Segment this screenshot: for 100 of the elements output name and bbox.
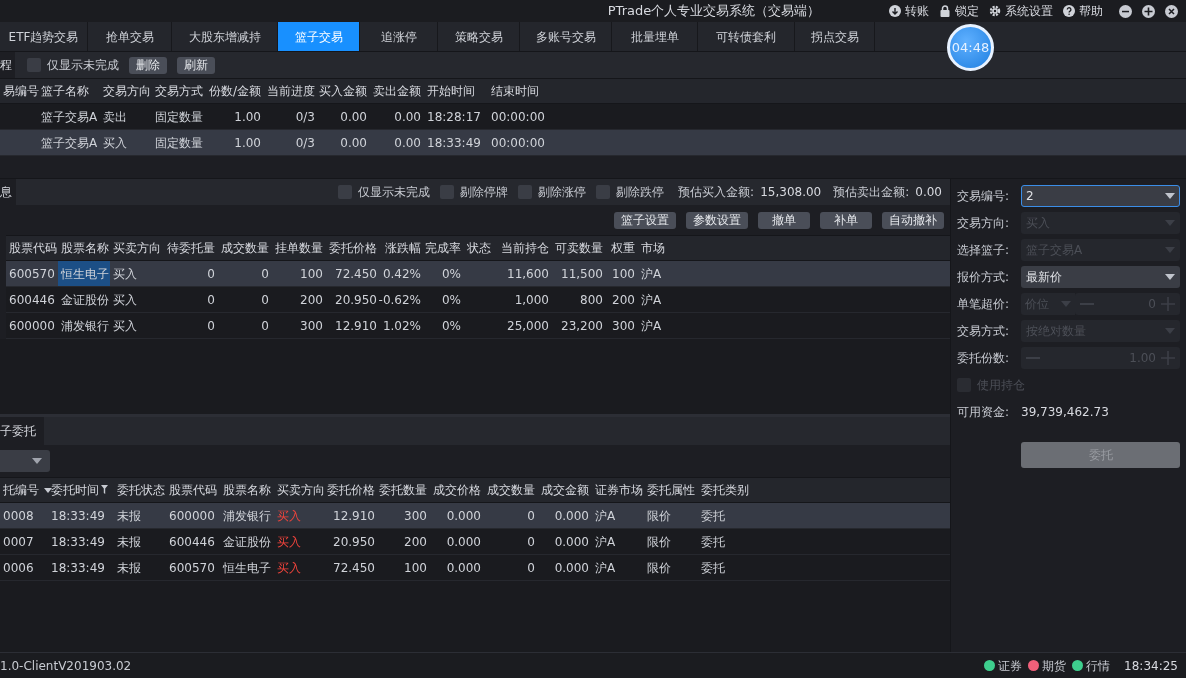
column-header[interactable]: 证券市场 xyxy=(592,481,644,499)
field-label: 选择篮子: xyxy=(957,242,1011,259)
column-header[interactable]: 权重 xyxy=(606,239,638,257)
table-row[interactable]: 600446 金证股份 买入 0 0 200 20.950-0.62% 0% 1,000 800 200 沪A xyxy=(6,287,950,313)
table-cell-text: 买入 xyxy=(112,317,138,335)
tab[interactable]: 多账号交易 xyxy=(520,22,612,51)
column-header[interactable]: 委托数量 xyxy=(378,481,430,499)
help-icon xyxy=(1063,5,1075,17)
table-row[interactable]: 0008 18:33:49 未报 600000 浦发银行 买入 12.910 300 0.000 0 0.000 沪A 限价 委托 xyxy=(0,503,950,529)
button[interactable]: 删除 xyxy=(129,56,167,74)
column-header[interactable]: 股票代码 xyxy=(166,481,220,499)
panel-tab[interactable]: 息 xyxy=(0,179,16,205)
tab[interactable]: ETF趋势交易 xyxy=(0,22,88,51)
column-header[interactable]: 托编号 xyxy=(0,481,48,499)
column-header[interactable]: 成交金额 xyxy=(538,481,592,499)
column-header[interactable]: 交易方式 xyxy=(152,82,206,100)
table-cell-text: 12.910 xyxy=(334,317,378,335)
column-header[interactable]: 股票代码 xyxy=(6,239,58,257)
table-cell-text: 沪A xyxy=(594,559,617,577)
column-header[interactable]: 成交数量 xyxy=(218,239,272,257)
column-header[interactable]: 篮子名称 xyxy=(38,82,100,100)
column-header[interactable]: 买卖方向 xyxy=(274,481,326,499)
column-header[interactable]: 买入金额 xyxy=(318,82,370,100)
caret-icon xyxy=(1061,301,1071,307)
table-cell-text: 沪A xyxy=(594,507,617,525)
column-header[interactable]: 待委托量 xyxy=(164,239,218,257)
table-cell-text: 委托 xyxy=(700,533,726,551)
field-label: 预估买入金额: xyxy=(678,184,755,201)
menu-button[interactable]: 转账 xyxy=(889,2,929,20)
column-header[interactable]: 涨跌幅 xyxy=(380,239,424,257)
tab[interactable]: 批量埋单 xyxy=(612,22,698,51)
dropdown[interactable] xyxy=(0,450,50,472)
table-cell-text: 600000 xyxy=(168,507,216,525)
menu-button[interactable]: 帮助 xyxy=(1063,2,1103,20)
button[interactable]: 自动撤补 xyxy=(882,211,944,229)
caret-icon xyxy=(1165,328,1175,334)
column-header[interactable]: 易编号 xyxy=(0,82,38,100)
column-header[interactable]: 委托类别 xyxy=(698,481,748,499)
column-header[interactable]: 挂单数量 xyxy=(272,239,326,257)
button[interactable]: 刷新 xyxy=(177,56,215,74)
column-header[interactable]: 成交数量 xyxy=(484,481,538,499)
column-header[interactable]: 成交价格 xyxy=(430,481,484,499)
table-row[interactable]: 0007 18:33:49 未报 600446 金证股份 买入 20.950 200 0.000 0 0.000 沪A 限价 委托 xyxy=(0,529,950,555)
table-cell-text: 委托 xyxy=(700,559,726,577)
button[interactable]: 撤单 xyxy=(758,211,810,229)
field-label: 报价方式: xyxy=(957,269,1011,286)
table-row[interactable]: 篮子交易A 卖出 固定数量 1.00 0/3 0.00 0.00 18:28:17 00:00:00 xyxy=(0,104,1186,130)
caret-icon xyxy=(1165,193,1175,199)
column-header[interactable]: 完成率 xyxy=(424,239,464,257)
plus-icon xyxy=(1161,351,1175,365)
button[interactable]: 参数设置 xyxy=(686,211,748,229)
window-title: PTrade个人专业交易系统（交易端） xyxy=(606,2,821,21)
table-cell-text: 1,000 xyxy=(513,291,550,309)
button[interactable]: 篮子设置 xyxy=(614,211,676,229)
table-cell-text: 0 xyxy=(206,317,216,335)
tab[interactable]: 可转债套利 xyxy=(698,22,795,51)
table-row[interactable]: 0006 18:33:49 未报 600570 恒生电子 买入 72.450 100 0.000 0 0.000 沪A 限价 委托 xyxy=(0,555,950,581)
table-cell-text: 300 xyxy=(299,317,324,335)
column-header[interactable]: 份数/金额 xyxy=(206,82,264,100)
column-header[interactable]: 委托价格 xyxy=(326,481,378,499)
column-header[interactable]: 委托属性 xyxy=(644,481,698,499)
table-cell-text: 浦发银行 xyxy=(60,317,110,335)
column-header[interactable]: 市场 xyxy=(638,239,678,257)
column-header[interactable]: 开始时间 xyxy=(424,82,488,100)
column-header[interactable]: 卖出金额 xyxy=(370,82,424,100)
table-row[interactable]: 篮子交易A 买入 固定数量 1.00 0/3 0.00 0.00 18:33:49 00:00:00 xyxy=(0,130,1186,156)
dropdown[interactable]: 最新价 xyxy=(1021,266,1180,288)
table-cell-text: 00:00:00 xyxy=(490,108,546,126)
table-cell-text: 1.00 xyxy=(233,134,262,152)
panel-tab[interactable]: 子委托 xyxy=(0,417,44,445)
table-cell-text: 0.00 xyxy=(393,108,422,126)
button[interactable]: 补单 xyxy=(820,211,872,229)
column-header[interactable]: 状态 xyxy=(464,239,496,257)
tab[interactable]: 策略交易 xyxy=(438,22,520,51)
tab[interactable]: 拐点交易 xyxy=(795,22,875,51)
status-label: 行情 xyxy=(1086,657,1111,675)
menu-button[interactable]: 锁定 xyxy=(939,2,979,20)
column-header[interactable]: 当前持仓 xyxy=(496,239,552,257)
column-header[interactable]: 委托时间 xyxy=(48,481,114,499)
column-header[interactable]: 交易方向 xyxy=(100,82,152,100)
menu-button[interactable]: 系统设置 xyxy=(989,2,1053,20)
dropdown[interactable]: 2 xyxy=(1021,185,1180,207)
table-cell-text: 金证股份 xyxy=(222,533,272,551)
tab[interactable]: 追涨停 xyxy=(360,22,438,51)
column-header[interactable]: 股票名称 xyxy=(220,481,274,499)
table-cell-text: 卖出 xyxy=(102,108,128,126)
table-cell-text: 0.000 xyxy=(445,559,482,577)
caret-icon xyxy=(1165,274,1175,280)
table-row[interactable]: 600570 恒生电子 买入 0 0 100 72.450 0.42% 0% 11,600 11,500 100 沪A xyxy=(6,261,950,287)
column-header[interactable]: 买卖方向 xyxy=(110,239,164,257)
table-row[interactable]: 600000 浦发银行 买入 0 0 300 12.910 1.02% 0% 25,000 23,200 300 沪A xyxy=(6,313,950,339)
column-header[interactable]: 结束时间 xyxy=(488,82,552,100)
tab[interactable]: 抢单交易 xyxy=(88,22,172,51)
column-header[interactable]: 股票名称 xyxy=(58,239,110,257)
column-header[interactable]: 委托状态 xyxy=(114,481,166,499)
column-header[interactable]: 当前进度 xyxy=(264,82,318,100)
column-header[interactable]: 委托价格 xyxy=(326,239,380,257)
panel-tab[interactable]: 程 xyxy=(0,52,15,78)
column-header[interactable]: 可卖数量 xyxy=(552,239,606,257)
amount-value: 15,308.00 xyxy=(760,184,822,201)
